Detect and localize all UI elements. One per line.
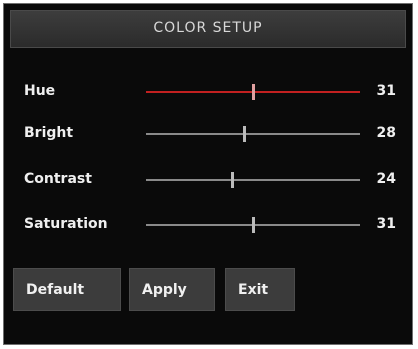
saturation-row[interactable]: Saturation 31: [4, 210, 414, 240]
contrast-slider-thumb[interactable]: [230, 172, 234, 188]
saturation-value: 31: [376, 216, 396, 232]
saturation-slider[interactable]: [146, 217, 360, 233]
hue-value: 31: [376, 83, 396, 99]
contrast-label: Contrast: [24, 171, 92, 187]
hue-row[interactable]: Hue 31: [4, 77, 414, 107]
apply-button[interactable]: Apply: [129, 268, 215, 311]
hue-label: Hue: [24, 83, 56, 99]
bright-slider[interactable]: [146, 126, 360, 142]
color-setup-panel: COLOR SETUP Hue 31 Bright 28 Contrast 24…: [3, 3, 413, 345]
exit-button[interactable]: Exit: [225, 268, 295, 311]
hue-slider[interactable]: [146, 84, 360, 100]
bright-value: 28: [376, 125, 396, 141]
title-bar: COLOR SETUP: [10, 10, 406, 48]
default-button[interactable]: Default: [13, 268, 121, 311]
bright-row[interactable]: Bright 28: [4, 119, 414, 149]
contrast-row[interactable]: Contrast 24: [4, 165, 414, 195]
saturation-label: Saturation: [24, 216, 108, 232]
bright-slider-thumb[interactable]: [243, 126, 247, 142]
panel-title: COLOR SETUP: [153, 20, 263, 36]
bright-label: Bright: [24, 125, 74, 141]
hue-slider-thumb[interactable]: [252, 84, 255, 100]
saturation-slider-thumb[interactable]: [252, 217, 255, 233]
contrast-value: 24: [376, 171, 396, 187]
contrast-slider[interactable]: [146, 172, 360, 188]
